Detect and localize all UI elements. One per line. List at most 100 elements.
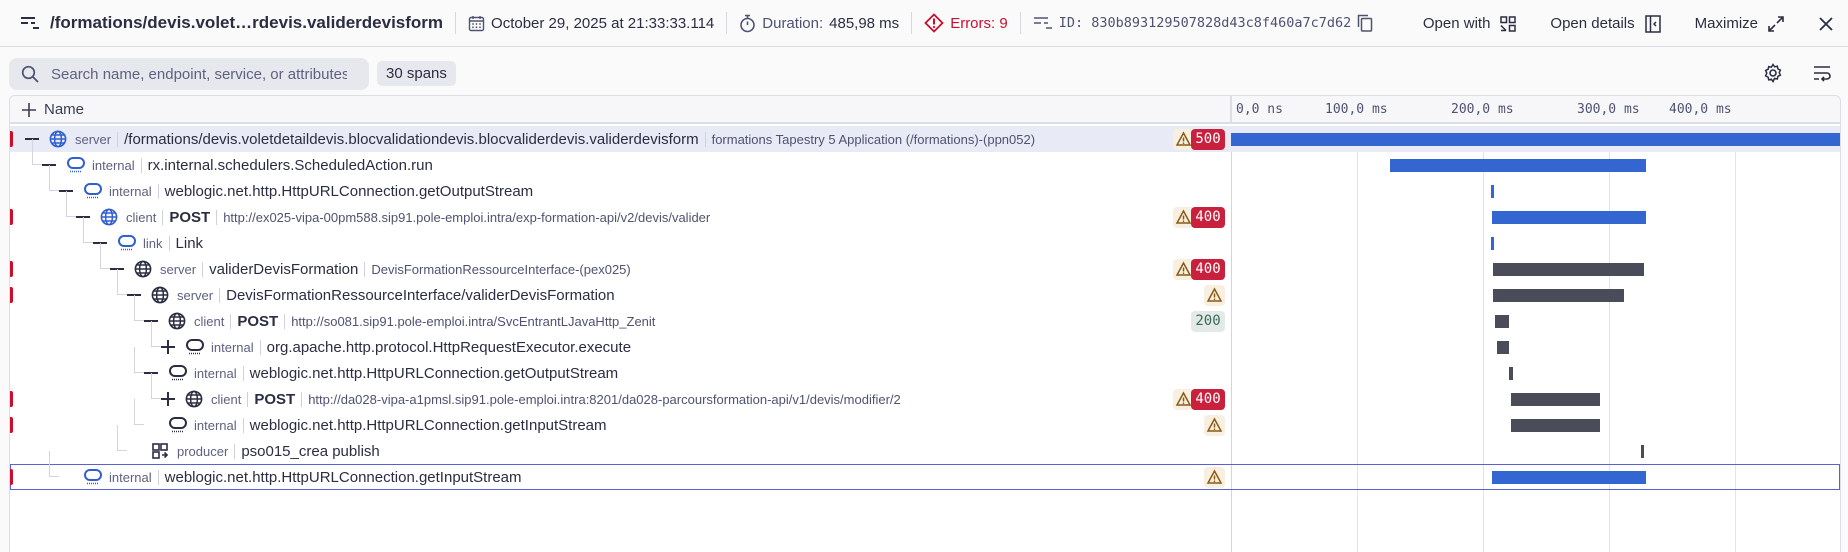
search-input[interactable] <box>49 64 349 84</box>
span-label: internal weblogic.net.http.HttpURLConnect… <box>109 464 522 490</box>
stopwatch-icon <box>739 14 756 33</box>
divider <box>219 287 221 303</box>
copy-icon[interactable] <box>1357 14 1373 32</box>
error-indicator <box>10 469 13 485</box>
span-duration-bar[interactable] <box>1496 341 1510 354</box>
tree-connector <box>66 191 76 217</box>
span-name: rx.internal.schedulers.ScheduledAction.r… <box>147 156 433 174</box>
weblogic-icon <box>66 156 85 174</box>
weblogic-icon <box>168 364 187 382</box>
status-code-badge: 500 <box>1191 129 1225 150</box>
tree-connector <box>151 373 161 399</box>
span-duration-bar[interactable] <box>1510 419 1601 432</box>
span-name: pso015_crea publish <box>241 442 380 460</box>
http-method: POST <box>254 390 296 408</box>
span-row[interactable]: server DevisFormationRessourceInterface/v… <box>10 269 1840 308</box>
close-button[interactable] <box>1818 16 1834 32</box>
span-duration-bar[interactable] <box>1510 393 1601 406</box>
span-duration-bar[interactable] <box>1494 315 1510 328</box>
column-resize-handle[interactable] <box>1230 96 1232 124</box>
weblogic-icon <box>168 416 187 434</box>
span-label: server/formations/devis.voletdetaildevis… <box>75 126 1035 152</box>
span-duration-bar[interactable] <box>1508 367 1513 380</box>
divider <box>157 183 159 199</box>
span-label: internal weblogic.net.http.HttpURLConnect… <box>194 360 618 386</box>
span-row[interactable]: internal rx.internal.schedulers.Scheduled… <box>10 139 1840 178</box>
span-kind: producer <box>177 443 229 459</box>
span-row[interactable]: client POST http://so081.sip91.pole-emploi… <box>10 295 1840 334</box>
divider <box>168 235 170 251</box>
error-indicator <box>10 417 13 433</box>
span-row[interactable]: client POST http://ex025-vipa-00pm588.sip9… <box>10 191 1840 230</box>
divider <box>202 261 204 277</box>
trace-duration: Duration: 485,98 ms <box>739 14 899 33</box>
divider <box>216 209 218 225</box>
span-duration-bar[interactable] <box>1493 263 1645 276</box>
open-details-button[interactable]: Open details <box>1550 14 1661 33</box>
error-indicator <box>10 131 13 147</box>
globe-icon <box>168 312 186 330</box>
search-box[interactable] <box>9 58 369 90</box>
span-duration-bar[interactable] <box>1491 471 1646 484</box>
grid-icon <box>1500 15 1517 32</box>
search-icon <box>21 65 39 83</box>
span-row[interactable]: internal weblogic.net.http.HttpURLConnect… <box>10 347 1840 386</box>
span-duration-bar[interactable] <box>1231 133 1840 146</box>
span-label: internal rx.internal.schedulers.Scheduled… <box>92 152 433 178</box>
divider <box>911 12 913 34</box>
open-with-button[interactable]: Open with <box>1423 15 1517 32</box>
settings-button[interactable] <box>1763 63 1783 83</box>
span-row[interactable]: link Link <box>10 217 1840 256</box>
error-indicator <box>10 391 13 407</box>
span-detail: DevisFormationRessourceInterface-(pex025… <box>371 261 631 277</box>
span-duration-bar[interactable] <box>1490 237 1494 250</box>
span-duration-bar[interactable] <box>1640 445 1645 458</box>
globe-icon <box>49 130 67 148</box>
tree-connector <box>83 217 93 243</box>
header-actions: Open with Open details Maximize <box>1423 0 1834 47</box>
divider <box>726 12 728 34</box>
table-header: Name 0,0 ns 100,0 ms 200,0 ms 300,0 ms 400,0… <box>10 96 1840 124</box>
span-label: server DevisFormationRessourceInterface/v… <box>177 282 615 308</box>
tree-connector <box>151 321 161 347</box>
span-row[interactable]: internal weblogic.net.http.HttpURLConnect… <box>10 165 1840 204</box>
span-kind: internal <box>92 157 135 173</box>
gear-icon <box>1763 63 1783 83</box>
span-duration-bar[interactable] <box>1491 211 1646 224</box>
span-row[interactable]: server validerDevisFormation DevisFormatio… <box>10 243 1840 282</box>
span-row[interactable]: server/formations/devis.voletdetaildevis… <box>10 126 1840 152</box>
span-row[interactable]: internal org.apache.http.protocol.HttpReq… <box>10 321 1840 360</box>
span-row[interactable]: producer pso015_crea publish <box>10 425 1840 464</box>
tree-connector <box>32 139 42 165</box>
span-label: producer pso015_crea publish <box>177 438 380 464</box>
expand-toggle[interactable] <box>161 391 175 407</box>
divider <box>704 131 706 147</box>
span-duration-bar[interactable] <box>1490 185 1494 198</box>
name-column-header[interactable]: Name <box>22 101 84 118</box>
span-name: weblogic.net.http.HttpURLConnection.getI… <box>164 468 522 486</box>
expand-icon <box>1768 15 1784 32</box>
weblogic-icon <box>83 182 102 200</box>
span-label: client POST http://da028-vipa-a1pmsl.sip91… <box>211 386 901 412</box>
expand-toggle[interactable] <box>161 339 175 355</box>
divider <box>140 157 142 173</box>
divider <box>1019 12 1021 34</box>
expand-all-icon[interactable] <box>22 102 36 117</box>
divider <box>259 339 261 355</box>
span-name: org.apache.http.protocol.HttpRequestExec… <box>266 338 632 356</box>
maximize-button[interactable]: Maximize <box>1695 15 1784 32</box>
span-label: client POST http://so081.sip91.pole-emploi… <box>194 308 655 334</box>
trace-errors[interactable]: Errors: 9 <box>924 13 1008 33</box>
span-duration-bar[interactable] <box>1389 159 1646 172</box>
timeline-tick-label: 200,0 ms <box>1451 102 1514 117</box>
span-row[interactable]: internal weblogic.net.http.HttpURLConnect… <box>10 399 1840 438</box>
span-duration-bar[interactable] <box>1493 289 1625 302</box>
wrap-lines-button[interactable] <box>1812 63 1832 83</box>
tree-connector <box>134 347 144 373</box>
span-label: internal weblogic.net.http.HttpURLConnect… <box>109 178 533 204</box>
trace-icon <box>20 16 40 30</box>
span-kind: server <box>75 131 112 147</box>
span-row[interactable]: internal weblogic.net.http.HttpURLConnect… <box>10 451 1840 490</box>
span-row[interactable]: client POST http://da028-vipa-a1pmsl.sip91… <box>10 373 1840 412</box>
span-name: weblogic.net.http.HttpURLConnection.getO… <box>164 182 534 200</box>
